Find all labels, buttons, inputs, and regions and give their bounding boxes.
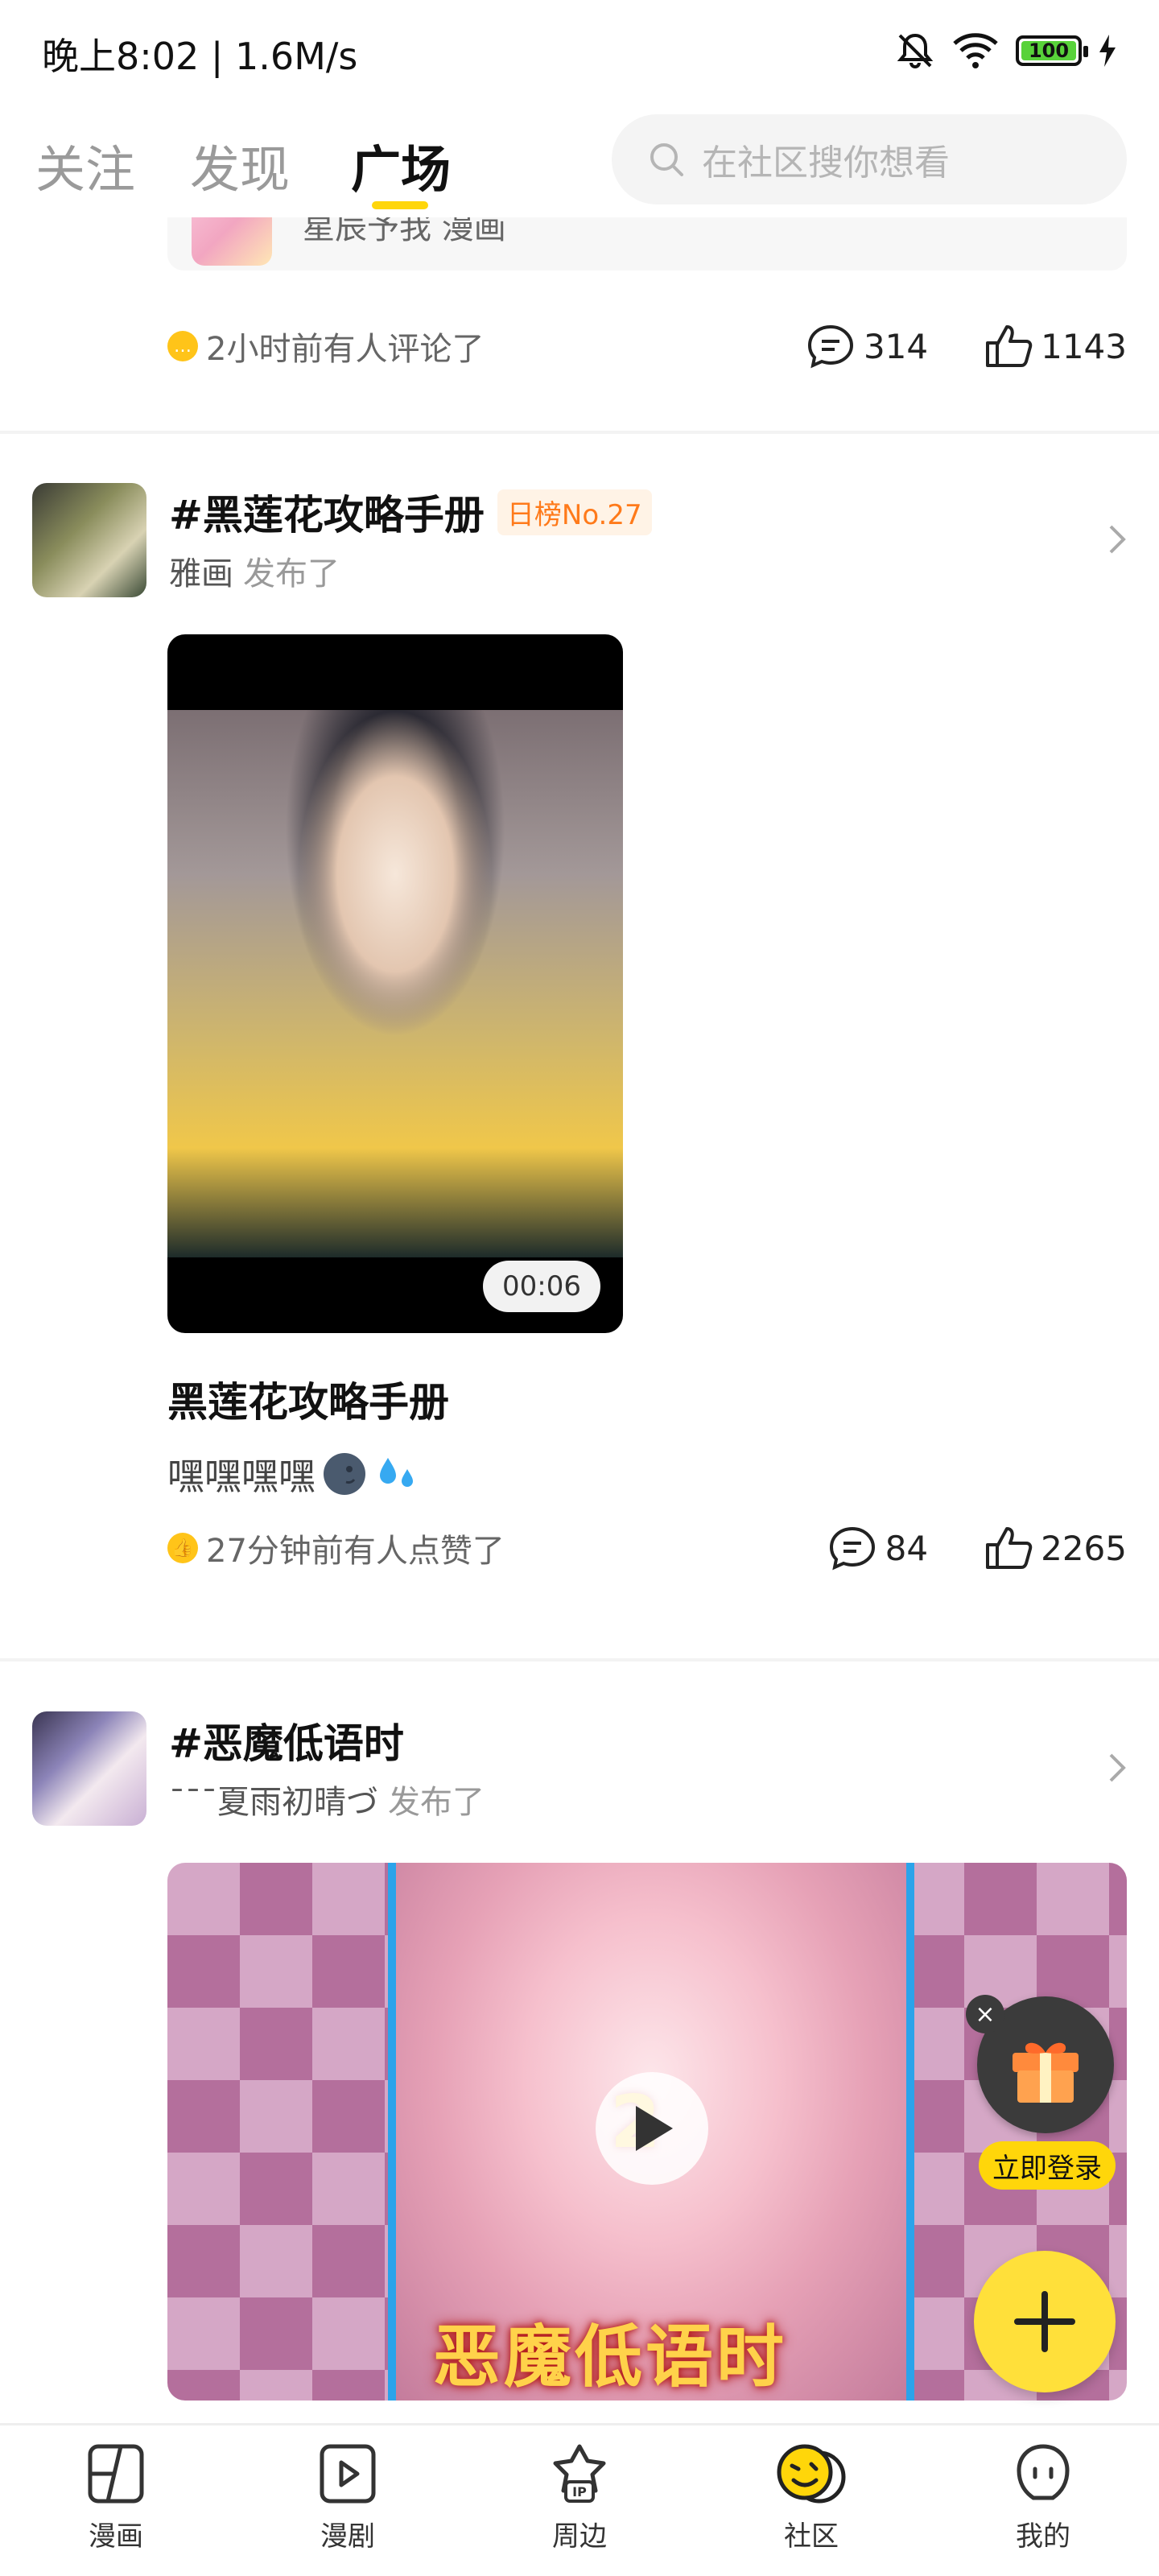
profile-face-icon <box>1017 2444 1070 2500</box>
rank-badge: 日榜No.27 <box>497 489 652 535</box>
post-divider <box>0 431 1159 434</box>
svg-text:IP: IP <box>572 2484 587 2500</box>
status-icons: 100 <box>895 31 1117 71</box>
thumbs-up-icon <box>986 325 1033 367</box>
charging-bolt-icon <box>1099 35 1116 67</box>
topic-title[interactable]: #黑莲花攻略手册 日榜No.27 <box>169 483 652 541</box>
bottomnav-item-merch[interactable]: IP 周边 <box>464 2425 695 2576</box>
close-icon[interactable]: × <box>966 1995 1004 2033</box>
previous-post-activity: 2小时前有人评论了 <box>206 331 485 368</box>
post-meta: 👍 27分钟前有人点赞了 84 2265 <box>167 1520 1127 1576</box>
author-name[interactable]: 雅画 <box>169 555 233 592</box>
status-time: 晚上8:02 | 1.6M/s <box>42 35 358 78</box>
bottomnav-item-drama[interactable]: 漫剧 <box>232 2425 464 2576</box>
topic-name: #黑莲花攻略手册 <box>169 492 485 539</box>
play-icon <box>636 2106 673 2151</box>
bottomnav-item-me[interactable]: 我的 <box>927 2425 1159 2576</box>
bottomnav-label: 漫剧 <box>320 2520 375 2553</box>
gift-icon <box>1013 2042 1079 2103</box>
post-author-line: 雅画 发布了 <box>169 547 340 594</box>
post-header[interactable]: #恶魔低语时 ˉˉˉ夏雨初晴づ 发布了 <box>32 1711 1127 1832</box>
topic-avatar[interactable] <box>32 483 146 597</box>
comic-book-icon <box>88 2444 144 2504</box>
comment-count: 314 <box>863 326 929 366</box>
like-button[interactable]: 1143 <box>984 324 1127 369</box>
post-header[interactable]: #黑莲花攻略手册 日榜No.27 雅画 发布了 <box>32 483 1127 604</box>
comment-button[interactable]: 314 <box>806 324 928 369</box>
video-play-icon <box>320 2444 376 2504</box>
moon-face-icon <box>324 1453 365 1495</box>
bottomnav-label: 社区 <box>784 2520 839 2553</box>
bottomnav-item-community[interactable]: 社区 <box>695 2425 927 2576</box>
comment-icon <box>829 1526 875 1571</box>
chevron-right-icon[interactable] <box>1107 523 1127 555</box>
sweat-droplets-icon <box>380 1458 413 1487</box>
bottomnav-label: 漫画 <box>89 2520 143 2553</box>
search-bar[interactable]: 在社区搜你想看 <box>612 114 1127 204</box>
comment-count: 84 <box>885 1528 929 1568</box>
post-title[interactable]: 黑莲花攻略手册 <box>167 1370 449 1428</box>
login-button[interactable]: 立即登录 <box>979 2141 1116 2190</box>
bottomnav-label: 周边 <box>552 2520 607 2553</box>
tab-plaza[interactable]: 广场 <box>351 129 451 201</box>
battery-level: 100 <box>1028 39 1070 62</box>
comment-icon <box>807 324 853 369</box>
plus-icon <box>1014 2291 1075 2352</box>
like-count: 1143 <box>1041 326 1127 366</box>
play-button[interactable] <box>596 2072 708 2185</box>
like-button[interactable]: 2265 <box>984 1525 1127 1571</box>
battery-icon: 100 <box>1016 35 1088 66</box>
post-divider <box>0 1658 1159 1662</box>
video-artwork <box>167 710 623 1257</box>
post-text: 嘿嘿嘿嘿 <box>167 1455 316 1498</box>
tab-follow[interactable]: 关注 <box>35 129 135 201</box>
video-thumbnail[interactable]: 00:06 <box>167 634 623 1333</box>
tab-discover[interactable]: 发现 <box>190 129 290 201</box>
topic-name: #恶魔低语时 <box>169 1720 404 1767</box>
bottom-navigation: 漫画 漫剧 IP 周边 社区 我的 <box>0 2423 1159 2576</box>
chevron-right-icon[interactable] <box>1107 1752 1127 1784</box>
publish-label: 发布了 <box>388 1784 485 1821</box>
status-bar: 晚上8:02 | 1.6M/s 100 <box>0 0 1159 105</box>
post-body[interactable]: 嘿嘿嘿嘿 <box>167 1447 422 1501</box>
comment-button[interactable]: 84 <box>827 1525 928 1571</box>
wifi-icon <box>953 33 998 68</box>
bottomnav-item-comics[interactable]: 漫画 <box>0 2425 232 2576</box>
previous-post-thumbnail <box>192 217 272 266</box>
publish-label: 发布了 <box>243 555 340 592</box>
previous-post-meta: … 2小时前有人评论了 314 1143 <box>167 318 1127 374</box>
mute-bell-icon <box>897 33 934 68</box>
create-post-button[interactable] <box>974 2251 1116 2392</box>
top-navigation: 关注 发现 广场 在社区搜你想看 <box>0 105 1159 217</box>
search-icon <box>650 143 683 176</box>
thumbs-up-icon <box>986 1527 1033 1569</box>
post-author-line: ˉˉˉ夏雨初晴づ 发布了 <box>169 1776 485 1823</box>
post-activity: 27分钟前有人点赞了 <box>206 1533 505 1570</box>
like-activity-icon: 👍 <box>167 1533 198 1563</box>
topic-avatar[interactable] <box>32 1711 146 1826</box>
previous-post-card[interactable]: 星辰予我 漫画 <box>167 217 1127 270</box>
search-placeholder: 在社区搜你想看 <box>702 142 950 184</box>
like-count: 2265 <box>1041 1528 1127 1568</box>
bottomnav-label: 我的 <box>1016 2520 1070 2553</box>
ip-star-icon: IP <box>553 2444 606 2503</box>
video-banner-text: 恶魔低语时 <box>433 2318 788 2396</box>
community-face-icon <box>777 2444 846 2504</box>
author-name[interactable]: ˉˉˉ夏雨初晴づ <box>169 1784 378 1821</box>
video-duration: 00:06 <box>483 1261 600 1312</box>
previous-post-snippet: 星辰予我 漫画 <box>303 217 506 246</box>
active-tab-indicator <box>372 201 428 209</box>
topic-title[interactable]: #恶魔低语时 <box>169 1711 404 1769</box>
comment-activity-icon: … <box>167 331 198 361</box>
